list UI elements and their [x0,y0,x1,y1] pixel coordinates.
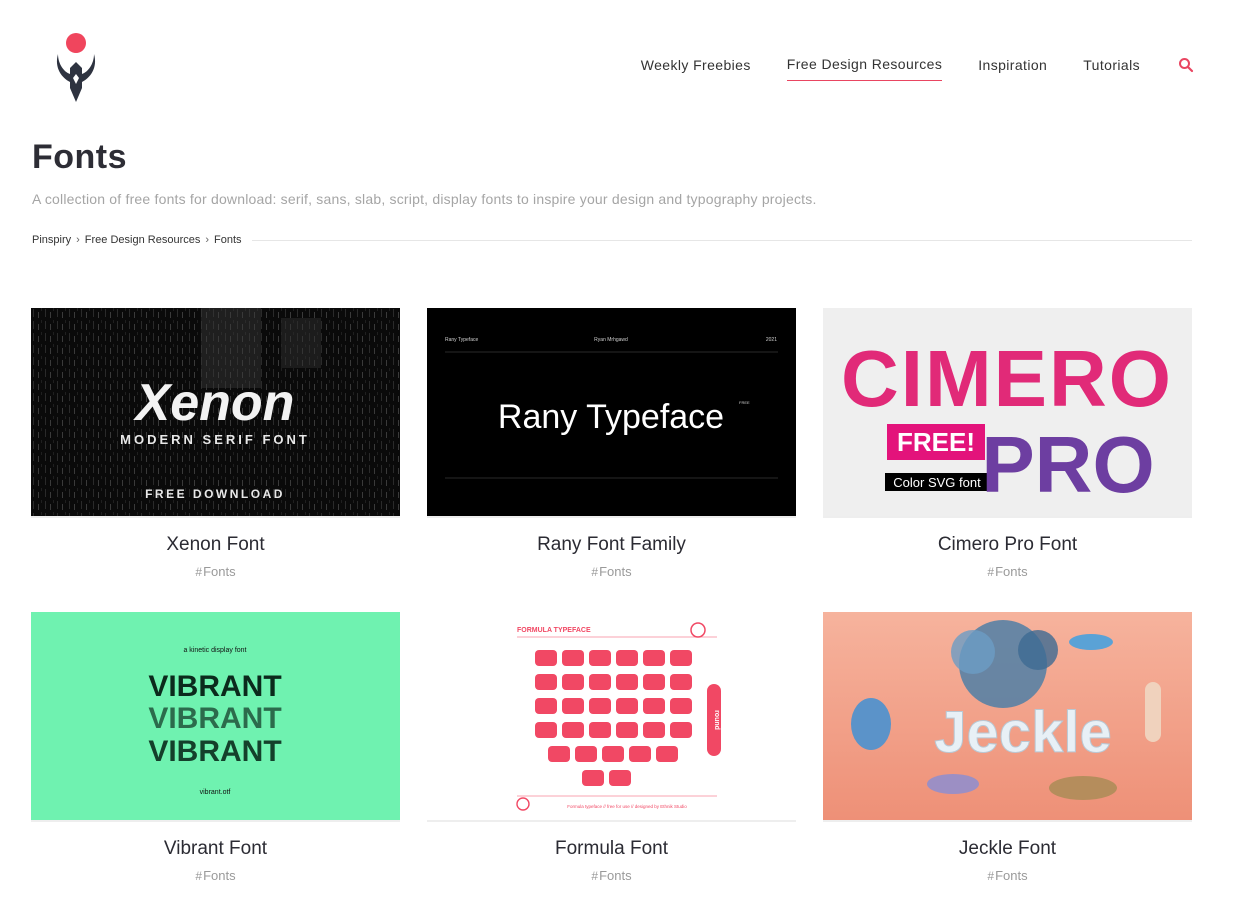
cimero-thumb-pro: PRO [981,420,1154,509]
nav-tutorials[interactable]: Tutorials [1083,57,1140,81]
post-title[interactable]: Rany Font Family [427,534,796,556]
formula-thumb-header: FORMULA TYPEFACE [517,627,591,634]
hash-icon: # [195,869,203,883]
post-thumbnail[interactable]: FORMULA TYPEFACE round Formula typeface … [427,612,796,822]
post-tag[interactable]: #Fonts [823,868,1192,883]
post-card: Xenon MODERN SERIF FONT FREE DOWNLOAD Xe… [31,308,400,579]
post-tag[interactable]: #Fonts [427,564,796,579]
vibrant-thumb-bottom: vibrant.otf [200,789,231,796]
breadcrumb: Pinspiry › Free Design Resources › Fonts [32,234,1192,246]
post-title[interactable]: Cimero Pro Font [823,534,1192,556]
hash-icon: # [591,869,599,883]
post-card: Rany Typeface Ryan Mrhgawd 2021 Rany Typ… [427,308,796,579]
rany-thumb-word: Rany Typeface [498,398,724,436]
nav-inspiration[interactable]: Inspiration [978,57,1047,81]
post-card: CIMERO FREE! Color SVG font PRO Cimero P… [823,308,1192,579]
post-card: Jeckle Jeckle Font #Fonts [823,612,1192,883]
jeckle-thumb-word: Jeckle [934,700,1111,765]
breadcrumb-separator: › [205,234,210,246]
xenon-thumb-word: Xenon [133,374,295,432]
rany-thumb-right: 2021 [766,337,777,343]
formula-thumb-footer: Formula typeface // free for use // desi… [567,804,687,809]
post-tag-label: Fonts [995,564,1028,579]
rany-thumb-badge: FREE [739,400,750,405]
post-title[interactable]: Jeckle Font [823,838,1192,860]
hash-icon: # [987,869,995,883]
hash-icon: # [987,565,995,579]
hash-icon: # [591,565,599,579]
xenon-thumb-cta: FREE DOWNLOAD [145,487,285,501]
cimero-thumb-caption: Color SVG font [893,475,981,490]
cimero-thumb-free: FREE! [897,427,975,457]
post-tag[interactable]: #Fonts [427,868,796,883]
breadcrumb-separator: › [76,234,80,246]
rany-thumb-center: Ryan Mrhgawd [594,337,628,343]
rany-thumb-left: Rany Typeface [445,337,478,343]
site-header: Weekly Freebies Free Design Resources In… [0,0,1234,120]
post-tag[interactable]: #Fonts [31,564,400,579]
site-logo[interactable] [52,32,102,104]
breadcrumb-free-design-resources[interactable]: Free Design Resources [85,234,201,246]
breadcrumb-divider [251,239,1192,241]
post-tag[interactable]: #Fonts [823,564,1192,579]
vibrant-thumb-word: VIBRANT [148,735,281,768]
post-thumbnail[interactable]: a kinetic display font VIBRANT VIBRANT V… [31,612,400,822]
post-tag-label: Fonts [203,564,236,579]
vibrant-thumb-word: VIBRANT [148,702,281,735]
nav-weekly-freebies[interactable]: Weekly Freebies [641,57,751,81]
page-header: Fonts A collection of free fonts for dow… [32,138,1192,207]
vibrant-thumb-word: VIBRANT [148,670,281,703]
post-tag-label: Fonts [203,868,236,883]
post-thumbnail[interactable]: Rany Typeface Ryan Mrhgawd 2021 Rany Typ… [427,308,796,518]
breadcrumb-current: Fonts [214,234,242,246]
nav-free-design-resources[interactable]: Free Design Resources [786,56,943,81]
cimero-thumb-word: CIMERO [841,334,1173,423]
search-icon[interactable] [1178,57,1194,81]
post-tag-label: Fonts [995,868,1028,883]
post-tag-label: Fonts [599,868,632,883]
post-thumbnail[interactable]: Xenon MODERN SERIF FONT FREE DOWNLOAD [31,308,400,518]
main-nav: Weekly Freebies Free Design Resources In… [605,56,1194,81]
formula-thumb-round: round [713,710,720,730]
page-description: A collection of free fonts for download:… [32,191,817,207]
post-card: FORMULA TYPEFACE round Formula typeface … [427,612,796,883]
page-title: Fonts [32,138,128,176]
post-card: a kinetic display font VIBRANT VIBRANT V… [31,612,400,883]
post-tag-label: Fonts [599,564,632,579]
hash-icon: # [195,565,203,579]
breadcrumb-pinspiry[interactable]: Pinspiry [32,234,71,246]
post-tag[interactable]: #Fonts [31,868,400,883]
post-title[interactable]: Xenon Font [31,534,400,556]
post-thumbnail[interactable]: CIMERO FREE! Color SVG font PRO [823,308,1192,518]
xenon-thumb-subtitle: MODERN SERIF FONT [120,432,310,447]
post-thumbnail[interactable]: Jeckle [823,612,1192,822]
post-title[interactable]: Vibrant Font [31,838,400,860]
vibrant-thumb-top: a kinetic display font [183,647,246,654]
post-title[interactable]: Formula Font [427,838,796,860]
